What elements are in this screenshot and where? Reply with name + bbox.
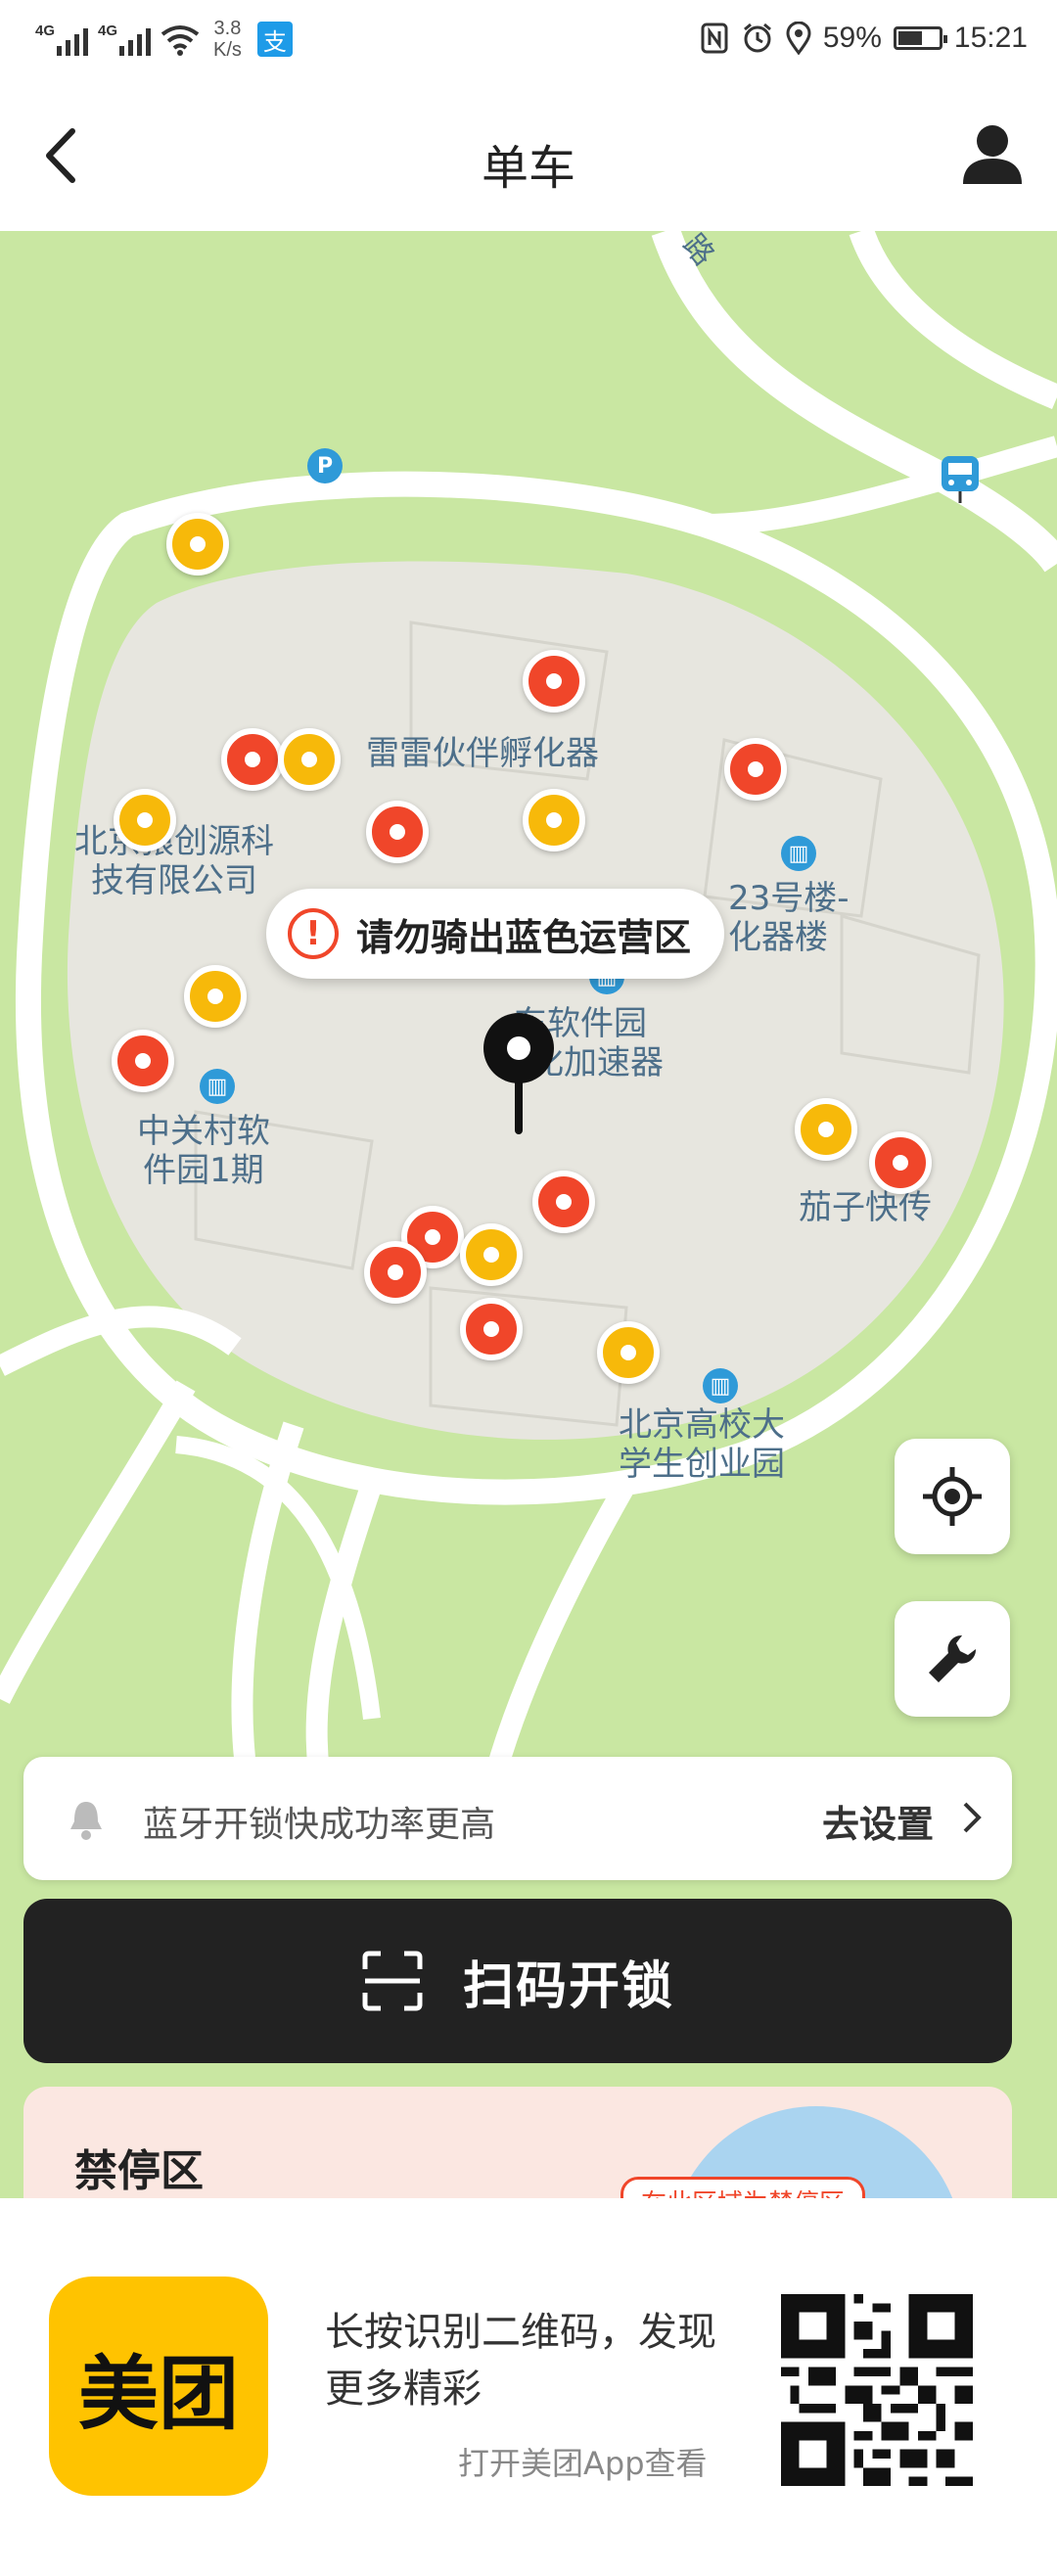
poi-label-zgc: 中关村软 件园1期 — [137, 1112, 270, 1190]
parking-icon: P — [307, 448, 343, 483]
meituan-logo: 美团 — [49, 2277, 268, 2496]
bike-marker[interactable] — [523, 789, 585, 851]
poi-label-bj-univ: 北京高校大 学生创业园 — [619, 1405, 785, 1484]
bike-marker[interactable] — [278, 728, 341, 791]
network-type-label-2: 4G — [98, 23, 118, 39]
operation-area-warning: ! 请勿骑出蓝色运营区 — [266, 889, 725, 979]
scan-unlock-label: 扫码开锁 — [462, 1956, 674, 2016]
network-type-label: 4G — [35, 23, 56, 39]
crosshair-icon — [923, 1467, 982, 1526]
building-icon: ▥ — [781, 836, 816, 871]
building-icon: ▥ — [703, 1368, 738, 1403]
app-notification-icon: 支 — [256, 22, 293, 57]
bike-marker[interactable] — [795, 1098, 857, 1161]
page-title: 单车 — [481, 141, 575, 196]
nfc-icon — [701, 23, 728, 54]
poi-label-incubator: 雷雷伙伴孵化器 — [366, 734, 599, 773]
qr-code[interactable] — [781, 2294, 973, 2486]
location-icon — [786, 22, 811, 55]
go-settings-link[interactable]: 去设置 — [822, 1794, 934, 1848]
wifi-icon — [161, 25, 200, 56]
bike-marker[interactable] — [869, 1131, 932, 1194]
bike-marker[interactable] — [724, 738, 787, 801]
user-profile-icon[interactable] — [957, 119, 1028, 190]
bike-marker[interactable] — [221, 728, 284, 791]
wrench-icon — [929, 1634, 977, 1682]
poi-label-building23: 23号楼- 化器楼 — [728, 879, 850, 957]
building-icon: ▥ — [200, 1069, 235, 1104]
scan-unlock-button[interactable]: 扫码开锁 — [23, 1899, 1012, 2063]
alarm-icon — [743, 23, 771, 53]
bike-marker[interactable] — [112, 1030, 174, 1092]
chevron-right-icon — [963, 1802, 982, 1833]
report-repair-button[interactable] — [895, 1601, 1010, 1717]
signal-icon-2: 4G — [98, 23, 151, 56]
promo-subtext: 打开美团App查看 — [458, 2445, 708, 2482]
bike-marker[interactable] — [166, 513, 229, 575]
top-navbar: 单车 — [0, 82, 1057, 231]
bike-marker[interactable] — [184, 965, 247, 1028]
bike-marker[interactable] — [364, 1241, 427, 1304]
warning-icon: ! — [288, 908, 339, 959]
promo-text: 长按识别二维码，发现更多精彩 — [325, 2310, 716, 2412]
bus-stop-icon — [942, 456, 979, 503]
bike-marker[interactable] — [532, 1171, 595, 1233]
status-bar: 4G 4G 3.8 K/s 支 59% 15:21 — [0, 0, 1057, 82]
bike-marker[interactable] — [114, 789, 176, 851]
center-pin-icon — [483, 1013, 554, 1134]
locate-me-button[interactable] — [895, 1439, 1010, 1554]
meituan-promo-banner[interactable]: 美团 长按识别二维码，发现更多精彩 打开美团App查看 — [0, 2198, 1057, 2576]
bike-marker[interactable] — [460, 1298, 523, 1360]
clock: 15:21 — [953, 22, 1028, 54]
signal-icon: 4G — [35, 23, 88, 56]
bike-marker[interactable] — [366, 801, 429, 863]
bike-marker[interactable] — [460, 1223, 523, 1286]
bike-marker[interactable] — [597, 1321, 660, 1384]
no-parking-title: 禁停区 — [74, 2146, 204, 2196]
network-speed: 3.8 K/s — [213, 18, 242, 61]
warning-text: 请勿骑出蓝色运营区 — [356, 915, 692, 959]
bluetooth-tip-text: 蓝牙开锁快成功率更高 — [143, 1805, 496, 1845]
poi-label-qiezi: 茄子快传 — [799, 1188, 932, 1227]
scan-icon — [362, 1951, 423, 2011]
bell-icon — [70, 1802, 102, 1840]
battery-icon — [893, 26, 947, 50]
bluetooth-tip-card[interactable]: 蓝牙开锁快成功率更高 去设置 — [23, 1757, 1012, 1880]
bike-marker[interactable] — [523, 650, 585, 713]
battery-percent: 59% — [822, 22, 882, 54]
poi-label-yuanchuang: 北京猿创源科 技有限公司 — [74, 822, 274, 900]
